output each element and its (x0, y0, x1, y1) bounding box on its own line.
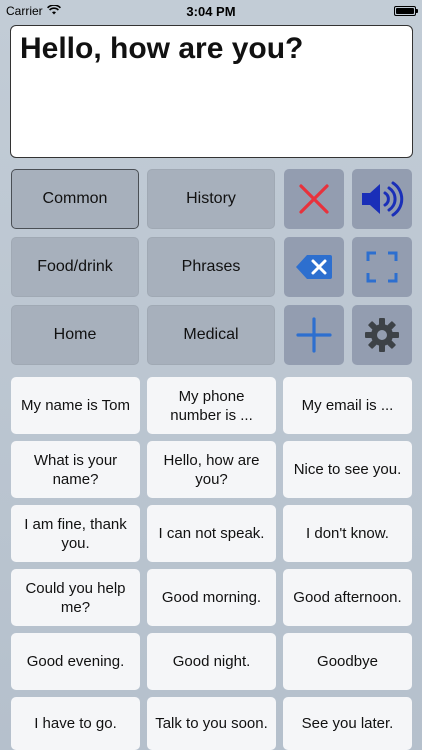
backspace-button[interactable] (284, 237, 344, 297)
category-home-button[interactable]: Home (11, 305, 139, 365)
phrase-button[interactable]: I don't know. (283, 505, 412, 562)
category-food-drink-button[interactable]: Food/drink (11, 237, 139, 297)
wifi-icon (46, 4, 61, 18)
phrase-button[interactable]: Good morning. (147, 569, 276, 626)
phrase-button[interactable]: What is your name? (11, 441, 140, 498)
battery-icon (394, 6, 418, 16)
clear-button[interactable] (284, 169, 344, 229)
phrase-button[interactable]: See you later. (283, 697, 412, 750)
phrase-button[interactable]: Hello, how are you? (147, 441, 276, 498)
speak-button[interactable] (352, 169, 412, 229)
plus-icon (296, 317, 332, 353)
settings-button[interactable] (352, 305, 412, 365)
phrase-button[interactable]: I am fine, thank you. (11, 505, 140, 562)
phrase-button[interactable]: I can not speak. (147, 505, 276, 562)
fullscreen-icon (366, 251, 398, 283)
category-medical-button[interactable]: Medical (147, 305, 275, 365)
backspace-icon (296, 255, 332, 279)
carrier-label: Carrier (6, 4, 43, 18)
phrase-button[interactable]: Talk to you soon. (147, 697, 276, 750)
status-bar: Carrier 3:04 PM (0, 0, 422, 22)
phrase-button[interactable]: Good evening. (11, 633, 140, 690)
status-left: Carrier (0, 4, 61, 18)
category-phrases-button[interactable]: Phrases (147, 237, 275, 297)
category-common-button[interactable]: Common (11, 169, 139, 229)
phrase-button[interactable]: Goodbye (283, 633, 412, 690)
status-right (394, 6, 422, 16)
add-button[interactable] (284, 305, 344, 365)
message-text-area[interactable]: Hello, how are you? (10, 25, 413, 158)
phrase-button[interactable]: Good afternoon. (283, 569, 412, 626)
phrase-button[interactable]: Nice to see you. (283, 441, 412, 498)
category-history-button[interactable]: History (147, 169, 275, 229)
phrase-button[interactable]: Could you help me? (11, 569, 140, 626)
gear-icon (365, 318, 399, 352)
status-time: 3:04 PM (186, 3, 236, 19)
close-icon (299, 184, 329, 214)
speaker-icon (362, 181, 404, 217)
phrase-button[interactable]: My email is ... (283, 377, 412, 434)
phrase-button[interactable]: I have to go. (11, 697, 140, 750)
phrase-button[interactable]: My name is Tom (11, 377, 140, 434)
phrase-button[interactable]: My phone number is ... (147, 377, 276, 434)
fullscreen-button[interactable] (352, 237, 412, 297)
phrase-button[interactable]: Good night. (147, 633, 276, 690)
